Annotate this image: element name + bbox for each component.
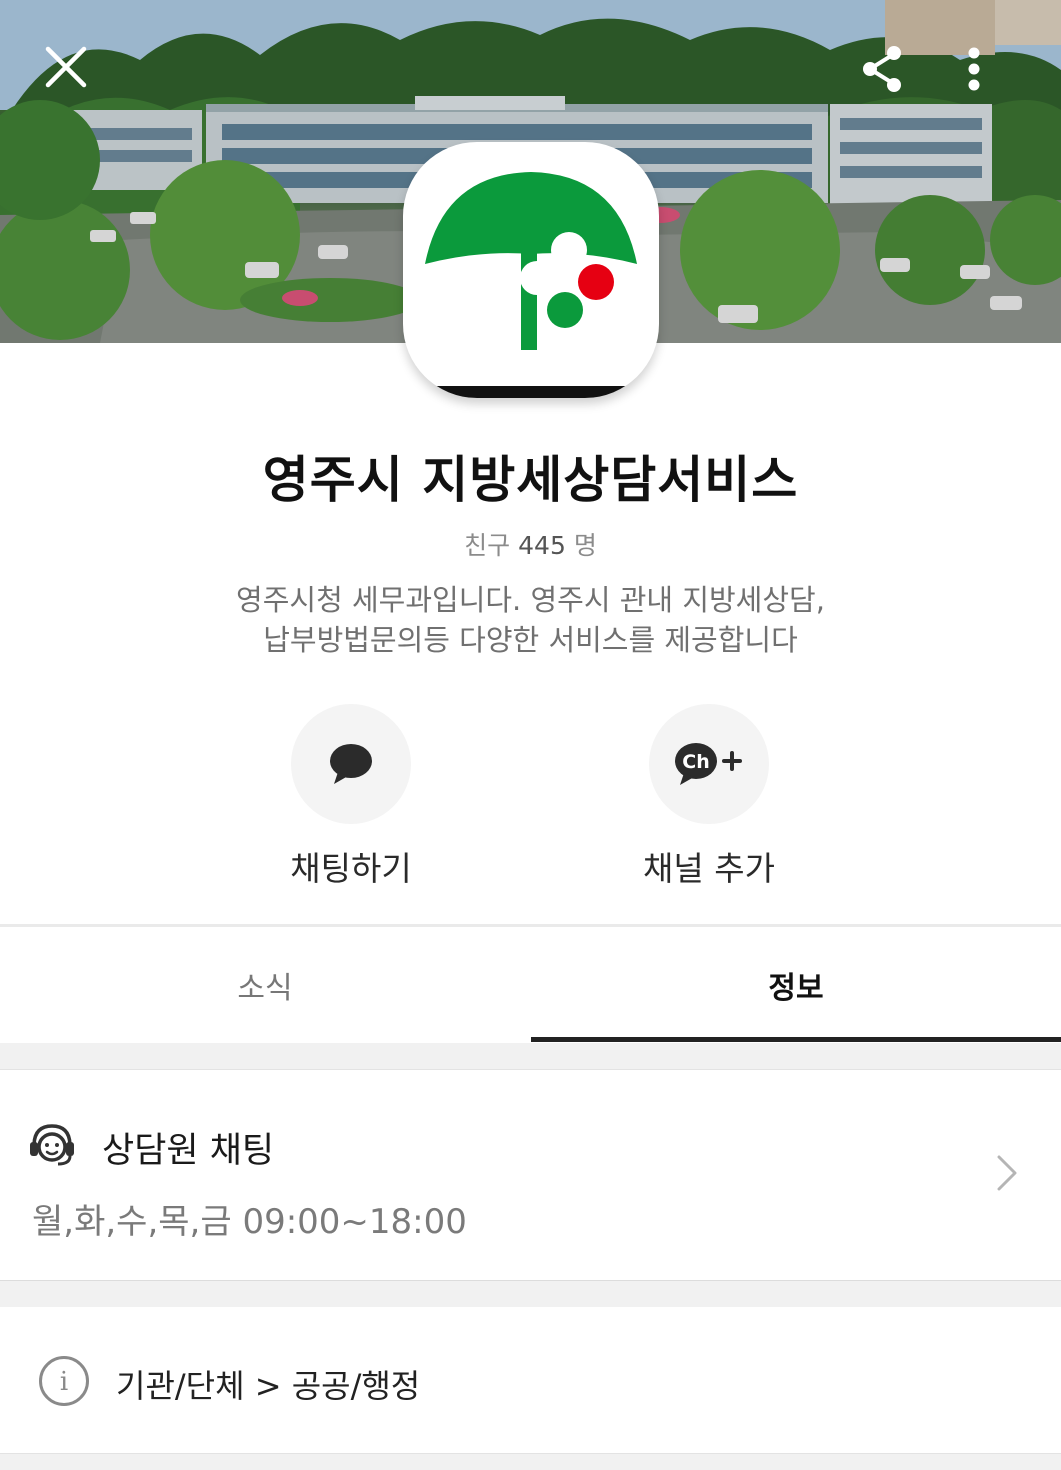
channel-profile-logo	[403, 142, 659, 398]
share-icon	[863, 46, 901, 92]
chevron-right-icon	[997, 1155, 1017, 1191]
close-icon	[45, 46, 87, 88]
channel-add-icon: Ch	[675, 743, 742, 785]
category-row: i 기관/단체 > 공공/행정	[0, 1307, 1061, 1453]
more-vertical-icon	[968, 47, 980, 91]
counselor-chat-row[interactable]: 상담원 채팅 월,화,수,목,금 09:00~18:00	[0, 1070, 1061, 1280]
friends-count: 친구 445 명	[0, 526, 1061, 562]
friends-unit: 명	[573, 531, 597, 560]
counselor-chat-title: 상담원 채팅	[102, 1131, 275, 1171]
info-icon-text: i	[60, 1367, 68, 1397]
close-button[interactable]	[44, 45, 104, 105]
chat-button[interactable]: 채팅하기	[231, 704, 471, 890]
category-text: 기관/단체 > 공공/행정	[116, 1367, 421, 1405]
tab-info[interactable]: 정보	[531, 927, 1061, 1043]
tab-news[interactable]: 소식	[0, 927, 530, 1043]
share-button[interactable]	[860, 45, 920, 105]
active-tab-indicator	[531, 1037, 1061, 1042]
description-line: 납부방법문의등 다양한 서비스를 제공합니다	[263, 623, 798, 657]
add-channel-button-circle[interactable]: Ch	[649, 704, 769, 824]
friends-number: 445	[518, 531, 566, 560]
info-icon: i	[39, 1356, 89, 1406]
section-divider	[0, 1280, 1061, 1307]
section-divider	[0, 1043, 1061, 1070]
add-channel-button[interactable]: Ch 채널 추가	[589, 704, 829, 890]
yeongju-city-emblem-icon	[425, 172, 637, 350]
add-channel-button-label[interactable]: 채널 추가	[589, 842, 829, 890]
counselor-chat-hours: 월,화,수,목,금 09:00~18:00	[32, 1202, 467, 1242]
chat-bubble-icon	[330, 744, 372, 784]
chat-button-circle[interactable]	[291, 704, 411, 824]
channel-description: 영주시청 세무과입니다. 영주시 관내 지방세상담, 납부방법문의등 다양한 서…	[0, 580, 1061, 660]
headset-agent-icon	[30, 1124, 74, 1166]
description-line: 영주시청 세무과입니다. 영주시 관내 지방세상담,	[236, 583, 825, 617]
friends-label: 친구	[464, 531, 511, 560]
chat-button-label[interactable]: 채팅하기	[231, 842, 471, 890]
more-options-button[interactable]	[967, 45, 1027, 105]
channel-title: 영주시 지방세상담서비스	[262, 451, 799, 509]
bottom-divider	[0, 1453, 1061, 1470]
channel-add-icon-text: Ch	[682, 751, 709, 773]
